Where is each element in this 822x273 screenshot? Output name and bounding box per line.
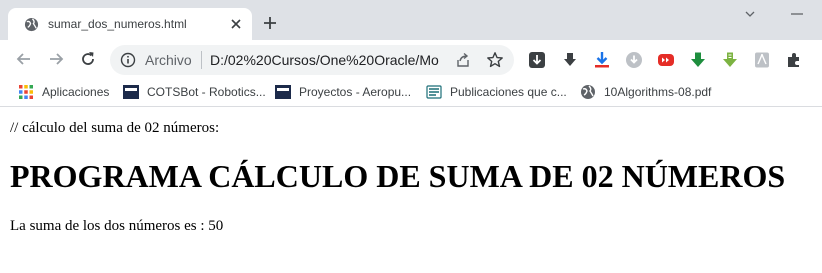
bookmark-label: COTSBot - Robotics... (147, 85, 266, 99)
minimize-icon[interactable] (786, 6, 808, 22)
info-icon[interactable] (120, 52, 136, 68)
qut-icon (123, 85, 139, 99)
url-text[interactable]: D:/02%20Cursos/One%20Oracle/Mo... (210, 52, 440, 68)
download-blue-icon[interactable] (593, 51, 611, 69)
address-divider (201, 51, 202, 69)
active-tab[interactable]: sumar_dos_numeros.html (8, 8, 252, 40)
globe-icon (581, 85, 595, 99)
bookmark-cotsbot[interactable]: COTSBot - Robotics... (123, 84, 266, 100)
bookmark-proyectos[interactable]: Proyectos - Aeropu... (275, 84, 415, 100)
new-tab-icon[interactable] (262, 15, 278, 31)
globe-icon (24, 17, 39, 32)
reload-icon[interactable] (78, 49, 98, 69)
bookmark-aplicaciones[interactable]: Aplicaciones (18, 84, 114, 100)
bookmark-10algorithms[interactable]: 10Algorithms-08.pdf (580, 84, 720, 100)
forward-arrow-icon[interactable] (46, 49, 66, 69)
download-arrow-icon[interactable] (561, 51, 579, 69)
green-download-icon[interactable] (689, 51, 707, 69)
back-arrow-icon[interactable] (14, 49, 34, 69)
page-content: // cálculo del suma de 02 números: PROGR… (0, 108, 822, 273)
result-text: La suma de los dos números es : 50 (10, 218, 224, 234)
youtube-icon[interactable] (657, 51, 675, 69)
close-icon[interactable] (228, 16, 244, 32)
tab-strip: sumar_dos_numeros.html (0, 0, 822, 40)
bookmark-label: 10Algorithms-08.pdf (604, 85, 712, 99)
comment-text: // cálculo del suma de 02 números: (10, 120, 220, 136)
puzzle-extensions-icon[interactable] (785, 51, 803, 69)
bookmark-label: Proyectos - Aeropu... (299, 85, 412, 99)
bookmark-label: Publicaciones que c... (450, 85, 567, 99)
bookmark-star-icon[interactable] (486, 51, 504, 69)
pdf-icon[interactable] (753, 51, 771, 69)
apps-grid-icon (19, 85, 33, 99)
publications-icon (426, 85, 442, 99)
download-circle-icon[interactable] (625, 51, 643, 69)
bookmark-publicaciones[interactable]: Publicaciones que c... (426, 84, 570, 100)
page-heading: PROGRAMA CÁLCULO DE SUMA DE 02 NÚMEROS (10, 158, 786, 194)
lime-download-icon[interactable] (721, 51, 739, 69)
share-icon[interactable] (455, 52, 471, 68)
bookmark-label: Aplicaciones (42, 85, 110, 99)
tab-title: sumar_dos_numeros.html (48, 17, 187, 31)
qut-icon (275, 85, 291, 99)
scheme-label: Archivo (145, 52, 192, 68)
address-bar[interactable]: Archivo D:/02%20Cursos/One%20Oracle/Mo..… (110, 45, 514, 75)
chevron-down-icon[interactable] (742, 6, 758, 22)
dark-extension-icon[interactable] (528, 51, 546, 69)
bookmarks-bar: Aplicaciones COTSBot - Robotics... Proye… (0, 77, 822, 107)
